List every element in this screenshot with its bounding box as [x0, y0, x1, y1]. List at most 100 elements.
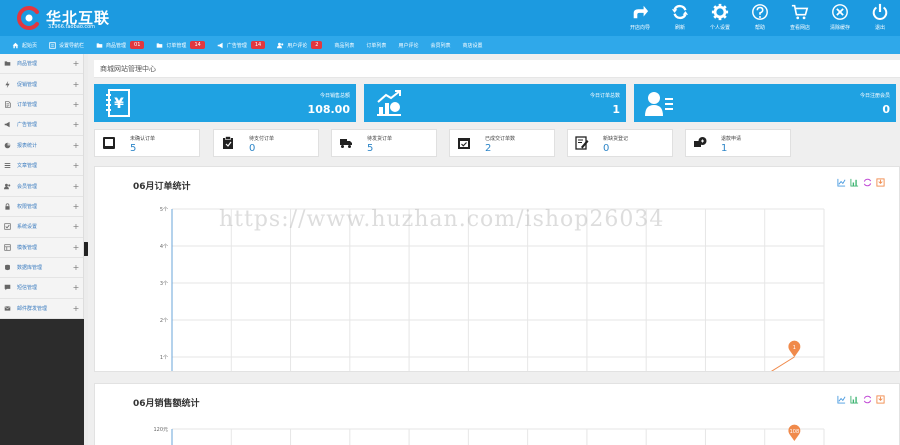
- expand-icon[interactable]: +: [69, 243, 83, 252]
- nav-goods-label: 商品管理: [106, 42, 127, 49]
- tool-wizard[interactable]: 开店向导: [620, 0, 660, 36]
- stat-label: 新缺货登记: [603, 136, 629, 142]
- expand-icon[interactable]: +: [69, 202, 83, 211]
- sidebar-menu: 商品管理 + 促销管理 + 订单管理 + 广告管理 + 报表统计 + 文章管理 + 会员管理…: [0, 54, 84, 320]
- share-arrow-icon: [633, 5, 649, 19]
- stat-unconfirmed-orders[interactable]: 未确认订单 5: [94, 129, 200, 157]
- main-content: 商城网站管理中心 ¥ 今日销售总额 108.00 今日订单总数 1 今日注册会员…: [88, 54, 900, 445]
- nav-home[interactable]: 起始页: [12, 42, 37, 49]
- tool-refresh[interactable]: 刷新: [660, 0, 700, 36]
- stat-label: 未确认订单: [130, 136, 156, 142]
- nav-ads-badge: 14: [250, 41, 266, 49]
- question-icon: [752, 4, 768, 20]
- stat-new-shortage[interactable]: 新缺货登记 0: [567, 129, 673, 157]
- nav-settings-label: 设置导航栏: [59, 42, 85, 49]
- home-icon: [12, 42, 19, 48]
- logo[interactable]: 华北互联 31966.taobao.com: [16, 5, 256, 31]
- expand-icon[interactable]: +: [69, 161, 83, 170]
- sidebar-item-label: 模板管理: [17, 244, 38, 251]
- refund-icon: [694, 137, 707, 147]
- power-icon: [872, 3, 888, 20]
- pie-icon: [4, 142, 11, 149]
- expand-icon[interactable]: +: [69, 141, 83, 150]
- database-icon: [5, 264, 10, 271]
- nav-comments-badge: 2: [311, 41, 323, 49]
- document-icon: [5, 101, 11, 108]
- stat-value: 0: [249, 143, 256, 154]
- sidebar-item-system[interactable]: 系统设置 +: [0, 217, 83, 238]
- stat-value: 5: [130, 143, 137, 154]
- nav-goods-list[interactable]: 商品列表: [334, 42, 354, 49]
- nav-members[interactable]: 会员列表: [430, 42, 450, 49]
- sidebar-item-templates[interactable]: 模板管理 +: [0, 238, 83, 258]
- sidebar-item-label: 系统设置: [17, 224, 38, 231]
- gear-icon: [711, 3, 729, 21]
- nav-ads-label: 广告管理: [226, 42, 247, 49]
- sidebar-item-ads[interactable]: 广告管理 +: [0, 115, 83, 136]
- nav-goods[interactable]: 商品管理 01: [96, 41, 145, 49]
- nav-comments-label: 用户评论: [287, 42, 308, 49]
- expand-icon[interactable]: +: [69, 182, 83, 191]
- expand-icon[interactable]: +: [69, 304, 83, 313]
- expand-icon[interactable]: +: [69, 80, 83, 89]
- sidebar: 商品管理 + 促销管理 + 订单管理 + 广告管理 + 报表统计 + 文章管理 + 会员管理…: [0, 54, 84, 445]
- stat-unpaid-orders[interactable]: 待支付订单 0: [213, 129, 319, 157]
- card-today-orders: 今日订单总数 1: [364, 84, 626, 122]
- sidebar-item-sms[interactable]: 短信管理 +: [0, 278, 83, 299]
- tool-settings[interactable]: 个人设置: [700, 0, 740, 36]
- expand-icon[interactable]: +: [69, 59, 83, 68]
- nav-ads[interactable]: 广告管理 14: [217, 41, 266, 49]
- tool-help[interactable]: 帮助: [740, 0, 780, 36]
- megaphone-icon: [4, 122, 10, 128]
- sidebar-item-members[interactable]: 会员管理 +: [0, 176, 83, 197]
- nav-settings[interactable]: 设置导航栏: [49, 41, 85, 49]
- data-point-10: 108: [788, 424, 801, 441]
- stat-unshipped-orders[interactable]: 待发货订单 5: [331, 129, 437, 157]
- card-label: 今日注册会员: [859, 93, 890, 99]
- stat-value: 1: [721, 143, 728, 154]
- expand-icon[interactable]: +: [69, 100, 83, 109]
- edit-icon: [575, 136, 589, 150]
- sidebar-item-promotions[interactable]: 促销管理 +: [0, 74, 83, 95]
- sidebar-item-articles[interactable]: 文章管理 +: [0, 156, 83, 177]
- nav-user-comments-label: 用户评论: [398, 42, 419, 49]
- sidebar-item-permissions[interactable]: 权限管理 +: [0, 197, 83, 218]
- nav-orders-label: 订单管理: [166, 42, 187, 49]
- sidebar-item-orders[interactable]: 订单管理 +: [0, 95, 83, 116]
- nav-order-list[interactable]: 订单列表: [366, 42, 386, 49]
- sidebar-item-database[interactable]: 数据库管理 +: [0, 258, 83, 279]
- growth-chart-icon: [377, 90, 401, 116]
- card-value: 0: [882, 103, 890, 116]
- tool-logout[interactable]: 退出: [860, 0, 900, 36]
- tool-view-shop[interactable]: 查看网店: [780, 0, 820, 36]
- expand-icon[interactable]: +: [69, 283, 83, 292]
- nav-members-label: 会员列表: [430, 42, 451, 49]
- refresh-icon: [671, 4, 689, 20]
- nav-user-comments[interactable]: 用户评论: [398, 42, 418, 49]
- expand-icon[interactable]: +: [69, 222, 83, 231]
- nav-orders[interactable]: 订单管理 14: [156, 41, 205, 49]
- expand-icon[interactable]: +: [69, 263, 83, 272]
- expand-icon[interactable]: +: [69, 120, 83, 129]
- card-label: 今日订单总数: [589, 93, 620, 99]
- point-label: 1: [793, 345, 796, 351]
- sidebar-item-mail[interactable]: 邮件群发管理 +: [0, 299, 83, 320]
- nav-orders-badge: 14: [190, 41, 205, 49]
- nav-order-list-label: 订单列表: [366, 42, 387, 49]
- member-card-icon: [645, 92, 673, 116]
- folder-icon: [96, 42, 103, 48]
- stat-value: 2: [485, 143, 492, 154]
- sidebar-item-goods[interactable]: 商品管理 +: [0, 54, 83, 75]
- sidebar-item-reports[interactable]: 报表统计 +: [0, 136, 83, 156]
- stat-refund-requests[interactable]: 退款申请 1: [685, 129, 791, 157]
- card-today-sales: ¥ 今日销售总额 108.00: [94, 84, 356, 122]
- tool-clear-cache[interactable]: 清除缓存: [820, 0, 860, 36]
- nav-shop-settings[interactable]: 商店设置: [462, 42, 482, 49]
- nav-comments[interactable]: 用户评论 2: [277, 41, 323, 49]
- folder-icon: [4, 61, 11, 66]
- sidebar-item-label: 短信管理: [17, 285, 38, 292]
- order-line-chart: 0个1个2个3个4个5个123456789101101: [160, 207, 825, 371]
- stat-completed-orders[interactable]: 已成交订单数 2: [449, 129, 555, 157]
- data-point-10: 1: [788, 340, 801, 357]
- tool-logout-label: 退出: [874, 25, 885, 31]
